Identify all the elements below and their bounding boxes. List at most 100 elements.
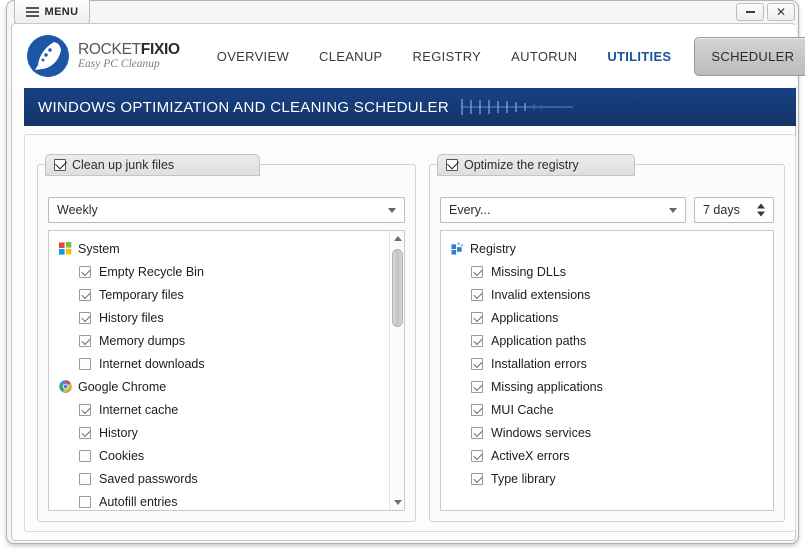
nav-item-overview[interactable]: OVERVIEW — [202, 49, 304, 64]
item-checkbox[interactable] — [79, 357, 91, 370]
registry-frequency-select[interactable]: Every... — [440, 197, 686, 223]
list-group-google-chrome[interactable]: Google Chrome — [49, 375, 404, 398]
registry-panel-toggle[interactable]: Optimize the registry — [437, 154, 635, 176]
item-label: Application paths — [491, 333, 587, 348]
item-label: ActiveX errors — [491, 448, 570, 463]
item-checkbox[interactable] — [471, 472, 483, 485]
cleanup-items-listbox[interactable]: System Empty Recycle Bin Temporary files — [48, 230, 405, 511]
list-item[interactable]: Applications — [441, 306, 773, 329]
minimize-button[interactable] — [736, 3, 764, 21]
list-item[interactable]: Internet cache — [49, 398, 404, 421]
item-checkbox[interactable] — [79, 288, 91, 301]
list-item[interactable]: Cookies — [49, 444, 404, 467]
brand-name: ROCKETFIXIO — [78, 40, 180, 58]
cleanup-panel-body: Weekly System Empty Recycle Bin Temporar… — [37, 164, 416, 522]
item-checkbox[interactable] — [79, 449, 91, 462]
registry-blocks-icon — [451, 242, 463, 255]
list-item[interactable]: Autofill entries — [49, 490, 404, 510]
item-checkbox[interactable] — [471, 288, 483, 301]
scrollbar-up-button[interactable] — [390, 231, 404, 246]
menu-button-label: MENU — [44, 6, 79, 18]
list-item[interactable]: Installation errors — [441, 352, 773, 375]
registry-interval-spinner[interactable]: 7 days — [694, 197, 774, 223]
item-checkbox[interactable] — [471, 357, 483, 370]
brand-tagline: Easy PC Cleanup — [78, 58, 160, 70]
nav-item-cleanup[interactable]: CLEANUP — [304, 49, 398, 64]
cleanup-frequency-select[interactable]: Weekly — [48, 197, 405, 223]
rocket-icon — [27, 35, 69, 77]
list-group-registry[interactable]: Registry — [441, 237, 773, 260]
cleanup-enabled-checkbox[interactable] — [54, 159, 66, 171]
app-header: ROCKETFIXIO Easy PC Cleanup OVERVIEW CLE… — [13, 25, 805, 87]
hamburger-icon — [25, 7, 39, 17]
item-label: Internet cache — [99, 402, 179, 417]
item-label: Memory dumps — [99, 333, 186, 348]
spinner-up-icon[interactable] — [757, 203, 765, 209]
registry-items-listbox[interactable]: Registry Missing DLLs Invalid extensions — [440, 230, 774, 511]
list-item[interactable]: Internet downloads — [49, 352, 404, 375]
registry-frequency-value: Every... — [449, 203, 491, 217]
spinner-arrows-icon[interactable] — [757, 203, 765, 217]
cleanup-frequency-value: Weekly — [57, 203, 98, 217]
item-checkbox[interactable] — [79, 265, 91, 278]
page-title: WINDOWS OPTIMIZATION AND CLEANING SCHEDU… — [38, 98, 449, 116]
item-checkbox[interactable] — [471, 380, 483, 393]
list-item[interactable]: Invalid extensions — [441, 283, 773, 306]
list-item[interactable]: Missing DLLs — [441, 260, 773, 283]
cleanup-controls-row: Weekly — [48, 197, 405, 223]
list-item[interactable]: Saved passwords — [49, 467, 404, 490]
nav-item-utilities[interactable]: UTILITIES — [592, 49, 686, 64]
item-checkbox[interactable] — [79, 311, 91, 324]
list-item[interactable]: Temporary files — [49, 283, 404, 306]
scrollbar-thumb[interactable] — [392, 249, 403, 327]
app-window: MENU ✕ ROCKETFIXIO Easy PC Cleanup OVERV… — [6, 0, 805, 544]
window-titlebar: MENU ✕ — [7, 0, 800, 25]
item-checkbox[interactable] — [79, 403, 91, 416]
list-item[interactable]: History — [49, 421, 404, 444]
list-item[interactable]: History files — [49, 306, 404, 329]
brand-name-bold: FIXIO — [140, 40, 180, 58]
nav-item-registry[interactable]: REGISTRY — [398, 49, 497, 64]
item-checkbox[interactable] — [471, 426, 483, 439]
item-label: Saved passwords — [99, 471, 198, 486]
list-item[interactable]: Windows services — [441, 421, 773, 444]
item-label: Autofill entries — [99, 494, 178, 509]
item-checkbox[interactable] — [471, 311, 483, 324]
chevron-down-icon — [388, 208, 396, 213]
list-group-label: Registry — [470, 241, 516, 256]
list-item[interactable]: ActiveX errors — [441, 444, 773, 467]
item-checkbox[interactable] — [471, 449, 483, 462]
cleanup-list-scrollbar[interactable] — [389, 231, 404, 510]
list-item[interactable]: Empty Recycle Bin — [49, 260, 404, 283]
menu-button[interactable]: MENU — [14, 0, 90, 25]
nav-item-autorun[interactable]: AUTORUN — [496, 49, 592, 64]
item-checkbox[interactable] — [471, 334, 483, 347]
item-checkbox[interactable] — [79, 426, 91, 439]
close-button[interactable]: ✕ — [767, 3, 795, 21]
list-item[interactable]: MUI Cache — [441, 398, 773, 421]
list-group-system[interactable]: System — [49, 237, 404, 260]
item-label: Internet downloads — [99, 356, 205, 371]
spinner-down-icon[interactable] — [757, 211, 765, 217]
scrollbar-down-button[interactable] — [390, 495, 404, 510]
item-label: Missing DLLs — [491, 264, 567, 279]
nav-item-scheduler[interactable]: SCHEDULER — [694, 36, 805, 76]
item-checkbox[interactable] — [471, 265, 483, 278]
item-checkbox[interactable] — [79, 495, 91, 508]
list-item[interactable]: Missing applications — [441, 375, 773, 398]
list-item[interactable]: Type library — [441, 467, 773, 490]
brand-logo[interactable]: ROCKETFIXIO Easy PC Cleanup — [27, 35, 180, 77]
scheduler-content: Clean up junk files Weekly System Empty … — [24, 134, 796, 532]
registry-enabled-checkbox[interactable] — [446, 159, 458, 171]
cleanup-panel-label: Clean up junk files — [72, 158, 175, 172]
registry-controls-row: Every... 7 days — [440, 197, 774, 223]
item-checkbox[interactable] — [79, 472, 91, 485]
item-label: Windows services — [491, 425, 592, 440]
item-checkbox[interactable] — [79, 334, 91, 347]
cleanup-panel-toggle[interactable]: Clean up junk files — [45, 154, 260, 176]
minimize-icon — [745, 11, 755, 13]
list-item[interactable]: Application paths — [441, 329, 773, 352]
item-checkbox[interactable] — [471, 403, 483, 416]
list-item[interactable]: Memory dumps — [49, 329, 404, 352]
list-group-label: System — [78, 241, 120, 256]
